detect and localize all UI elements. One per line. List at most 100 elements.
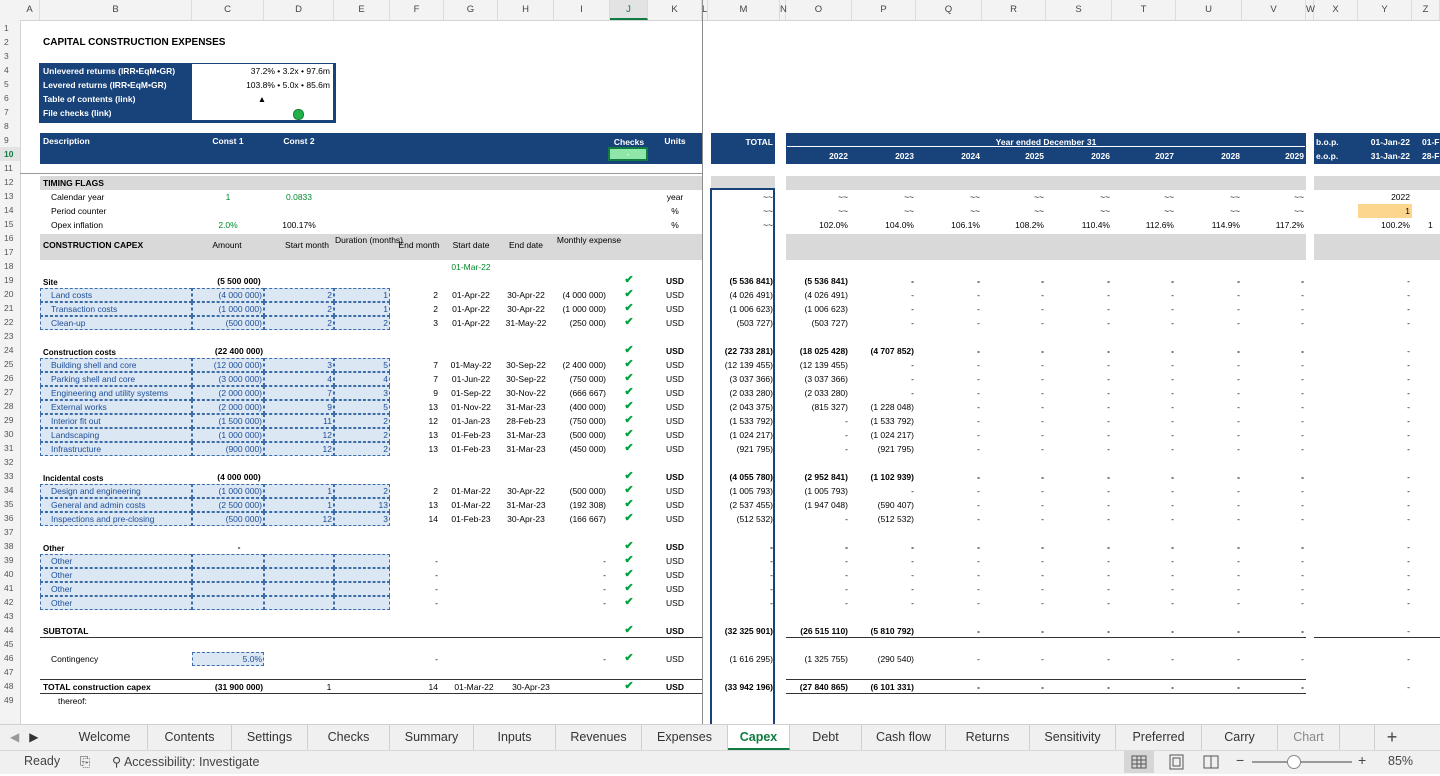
- tab-expenses[interactable]: Expenses: [642, 725, 728, 750]
- row-header-32[interactable]: 32: [0, 455, 20, 469]
- item-start-month[interactable]: 2: [264, 302, 332, 316]
- tab-preferred[interactable]: Preferred: [1116, 725, 1202, 750]
- item-label[interactable]: Landscaping: [51, 428, 191, 442]
- item-duration[interactable]: [334, 568, 388, 582]
- page-break-view-button[interactable]: [1196, 751, 1226, 773]
- item-duration[interactable]: 4: [334, 372, 388, 386]
- row-header-45[interactable]: 45: [0, 637, 20, 651]
- item-start-month[interactable]: 12: [264, 442, 332, 456]
- item-amount[interactable]: (500 000): [192, 512, 262, 526]
- row-header-49[interactable]: 49: [0, 693, 20, 707]
- item-amount[interactable]: (3 000 000): [192, 372, 262, 386]
- checks-value[interactable]: -: [608, 147, 648, 161]
- row-header-5[interactable]: 5: [0, 77, 20, 91]
- item-duration[interactable]: 5: [334, 400, 388, 414]
- item-label[interactable]: Land costs: [51, 288, 191, 302]
- row-header-23[interactable]: 23: [0, 329, 20, 343]
- column-header-e[interactable]: E: [334, 0, 390, 20]
- item-label[interactable]: Building shell and core: [51, 358, 191, 372]
- item-label[interactable]: Other: [51, 554, 191, 568]
- item-duration[interactable]: 1: [334, 288, 388, 302]
- item-duration[interactable]: [334, 596, 388, 610]
- column-header-v[interactable]: V: [1242, 0, 1306, 20]
- item-duration[interactable]: 2: [334, 316, 388, 330]
- row-header-12[interactable]: 12: [0, 175, 20, 189]
- row-header-47[interactable]: 47: [0, 665, 20, 679]
- row-header-2[interactable]: 2: [0, 35, 20, 49]
- item-start-month[interactable]: [264, 582, 332, 596]
- row-header-42[interactable]: 42: [0, 595, 20, 609]
- tab-chart[interactable]: Chart: [1278, 725, 1340, 750]
- item-label[interactable]: Other: [51, 596, 191, 610]
- row-header-21[interactable]: 21: [0, 301, 20, 315]
- item-duration[interactable]: 2: [334, 414, 388, 428]
- column-header-c[interactable]: C: [192, 0, 264, 20]
- row-header-4[interactable]: 4: [0, 63, 20, 77]
- tab-contents[interactable]: Contents: [148, 725, 232, 750]
- column-header-t[interactable]: T: [1112, 0, 1176, 20]
- row-header-34[interactable]: 34: [0, 483, 20, 497]
- item-start-month[interactable]: [264, 568, 332, 582]
- item-label[interactable]: Parking shell and core: [51, 372, 191, 386]
- item-label[interactable]: Design and engineering: [51, 484, 191, 498]
- item-label[interactable]: Interior fit out: [51, 414, 191, 428]
- row-header-18[interactable]: 18: [0, 259, 20, 273]
- tab-checks[interactable]: Checks: [308, 725, 390, 750]
- row-header-9[interactable]: 9: [0, 133, 20, 147]
- row-header-27[interactable]: 27: [0, 385, 20, 399]
- summary-label-0[interactable]: Unlevered returns (IRR•EqM•GR): [43, 64, 191, 78]
- item-start-month[interactable]: 12: [264, 512, 332, 526]
- row-header-14[interactable]: 14: [0, 203, 20, 217]
- zoom-out-button[interactable]: −: [1236, 752, 1244, 768]
- row-header-38[interactable]: 38: [0, 539, 20, 553]
- column-header-i[interactable]: I: [554, 0, 610, 20]
- item-amount[interactable]: (4 000 000): [192, 288, 262, 302]
- page-layout-view-button[interactable]: [1162, 751, 1192, 773]
- item-label[interactable]: External works: [51, 400, 191, 414]
- item-amount[interactable]: (12 000 000): [192, 358, 262, 372]
- item-amount[interactable]: (500 000): [192, 316, 262, 330]
- item-duration[interactable]: 2: [334, 484, 388, 498]
- item-duration[interactable]: 13: [334, 498, 388, 512]
- column-header-u[interactable]: U: [1176, 0, 1242, 20]
- item-duration[interactable]: 3: [334, 512, 388, 526]
- item-amount[interactable]: [192, 596, 262, 610]
- item-amount[interactable]: (900 000): [192, 442, 262, 456]
- item-duration[interactable]: 3: [334, 386, 388, 400]
- item-duration[interactable]: 5: [334, 358, 388, 372]
- row-header-29[interactable]: 29: [0, 413, 20, 427]
- column-header-q[interactable]: Q: [916, 0, 982, 20]
- row-header-20[interactable]: 20: [0, 287, 20, 301]
- row-header-39[interactable]: 39: [0, 553, 20, 567]
- column-header-a[interactable]: A: [20, 0, 40, 20]
- item-label[interactable]: Engineering and utility systems: [51, 386, 191, 400]
- item-label[interactable]: Inspections and pre-closing: [51, 512, 191, 526]
- item-duration[interactable]: [334, 554, 388, 568]
- column-header-b[interactable]: B: [40, 0, 192, 20]
- tab-capex[interactable]: Capex: [728, 725, 790, 750]
- row-header-46[interactable]: 46: [0, 651, 20, 665]
- item-duration[interactable]: 1: [334, 302, 388, 316]
- summary-label-1[interactable]: Levered returns (IRR•EqM•GR): [43, 78, 191, 92]
- column-header-m[interactable]: M: [708, 0, 780, 20]
- item-amount[interactable]: (1 500 000): [192, 414, 262, 428]
- tab-settings[interactable]: Settings: [232, 725, 308, 750]
- item-label[interactable]: General and admin costs: [51, 498, 191, 512]
- row-header-44[interactable]: 44: [0, 623, 20, 637]
- row-header-8[interactable]: 8: [0, 119, 20, 133]
- timing-const1[interactable]: 2.0%: [192, 218, 264, 232]
- tab-inputs[interactable]: Inputs: [474, 725, 556, 750]
- item-label[interactable]: Other: [51, 582, 191, 596]
- column-header-k[interactable]: K: [648, 0, 702, 20]
- item-label[interactable]: Infrastructure: [51, 442, 191, 456]
- row-header-19[interactable]: 19: [0, 273, 20, 287]
- item-amount[interactable]: [192, 568, 262, 582]
- column-header-o[interactable]: O: [786, 0, 852, 20]
- column-header-p[interactable]: P: [852, 0, 916, 20]
- row-header-13[interactable]: 13: [0, 189, 20, 203]
- row-header-3[interactable]: 3: [0, 49, 20, 63]
- row-header-17[interactable]: 17: [0, 245, 20, 259]
- item-amount[interactable]: (2 000 000): [192, 386, 262, 400]
- timing-const1[interactable]: 1: [192, 190, 264, 204]
- row-header-48[interactable]: 48: [0, 679, 20, 693]
